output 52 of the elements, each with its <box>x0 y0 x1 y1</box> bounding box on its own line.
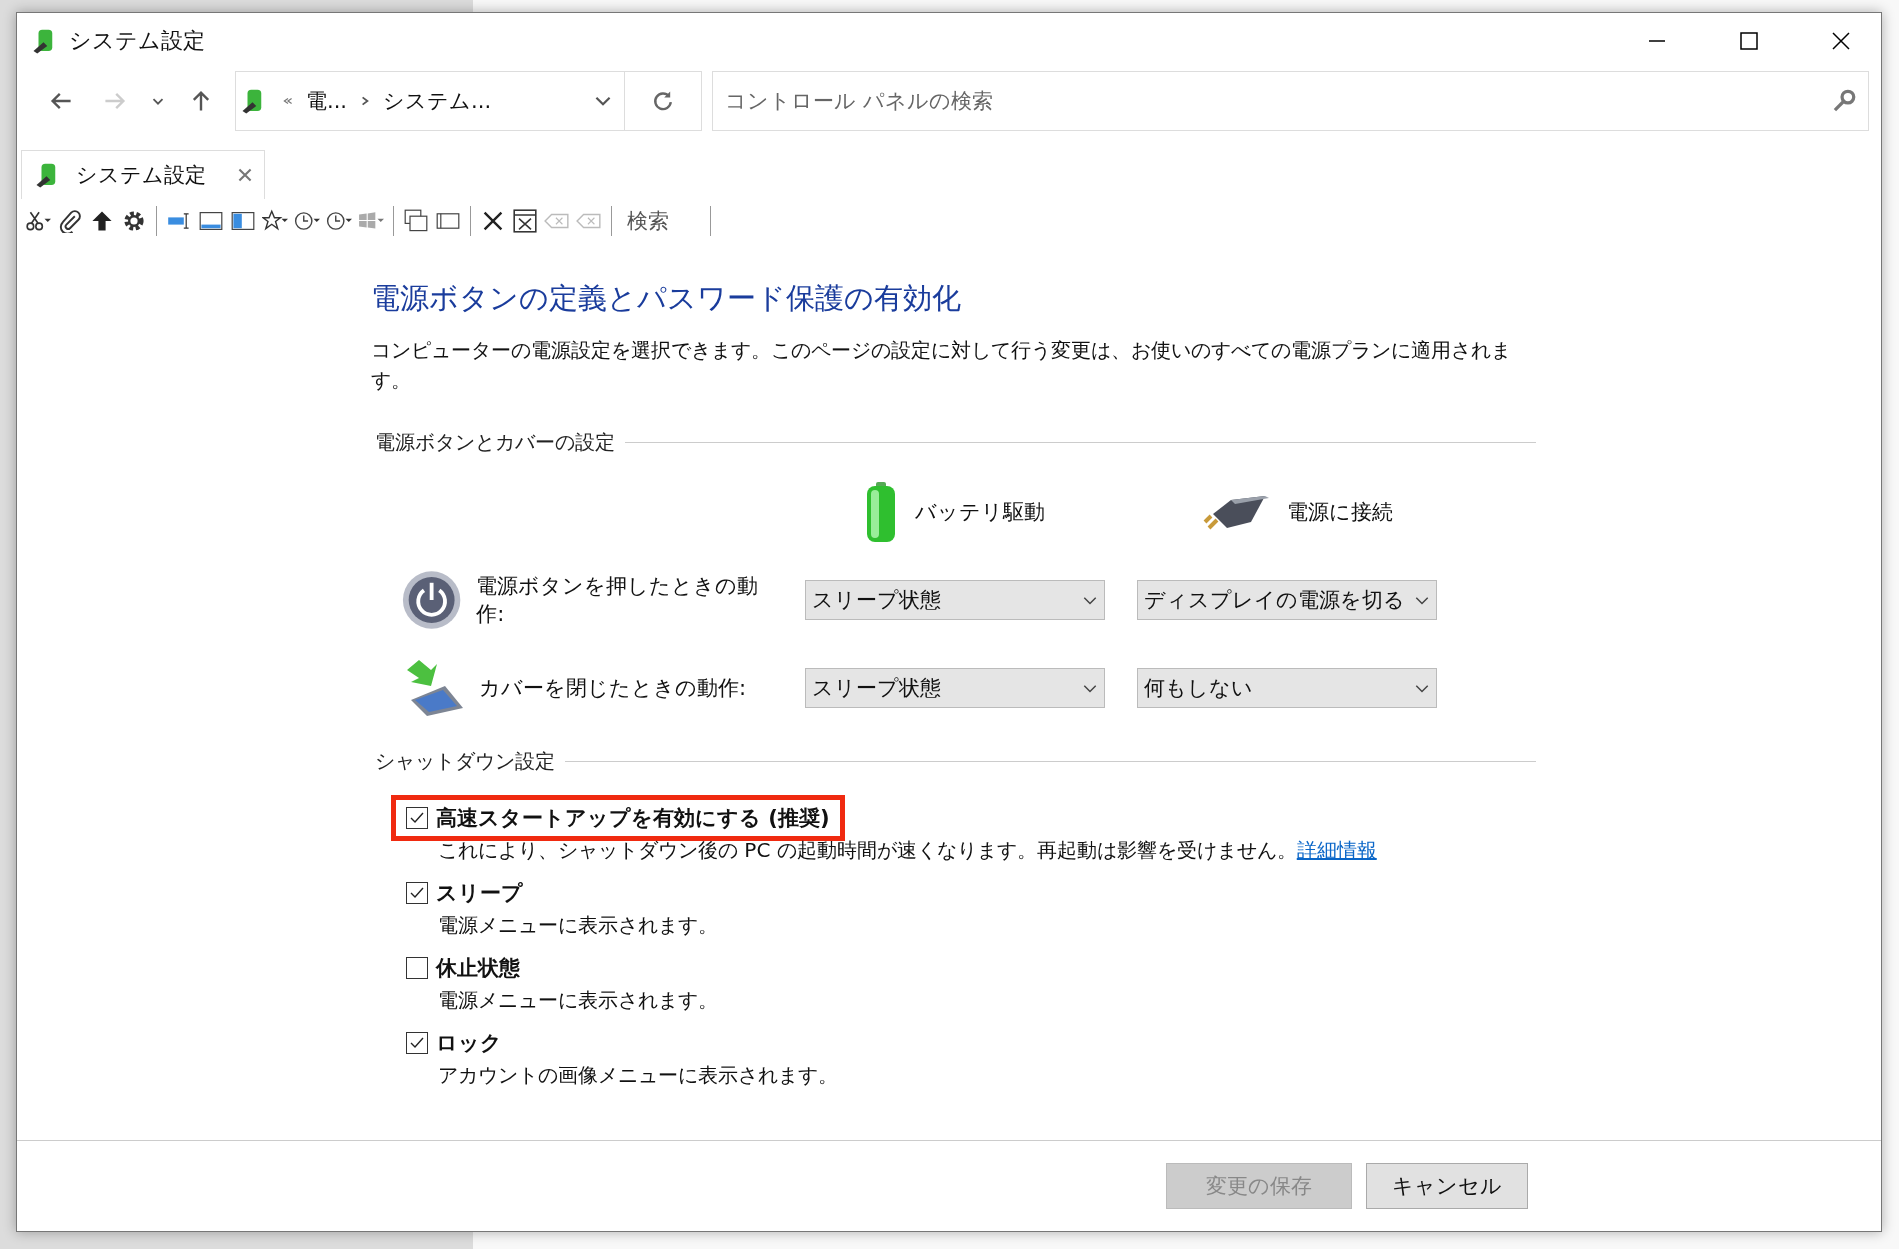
checkbox-label[interactable]: スリープ <box>436 879 523 907</box>
paperclip-icon[interactable] <box>57 209 83 233</box>
checkbox-label[interactable]: 高速スタートアップを有効にする (推奨) <box>436 804 830 832</box>
column-header: バッテリ駆動 <box>915 499 1045 526</box>
option-description: アカウントの画像メニューに表示されます。 <box>438 1062 839 1089</box>
window-icon[interactable] <box>198 209 224 233</box>
refresh-button[interactable] <box>624 71 702 131</box>
tab[interactable]: システム設定 <box>21 150 265 199</box>
power-button-icon <box>401 568 463 632</box>
dropdown[interactable]: 何もしない <box>1137 668 1437 708</box>
checkbox-label[interactable]: 休止状態 <box>436 954 520 982</box>
clock-icon[interactable] <box>326 209 352 233</box>
dropdown[interactable]: ディスプレイの電源を切る <box>1137 580 1437 620</box>
link[interactable]: 詳細情報 <box>1296 838 1377 862</box>
option-description: これにより、シャットダウン後の PC の起動時間が速くなります。再起動は影響を受けません。詳細情報 <box>438 837 1378 864</box>
dropdown[interactable]: スリープ状態 <box>805 668 1105 708</box>
search-icon[interactable] <box>1831 88 1857 114</box>
star-icon[interactable] <box>262 209 288 233</box>
chevron-down-icon <box>1414 682 1430 694</box>
checkbox[interactable] <box>406 882 428 904</box>
column-header: 電源に接続 <box>1287 499 1393 526</box>
dropdown[interactable]: スリープ状態 <box>805 580 1105 620</box>
breadcrumb[interactable]: システム... <box>383 87 492 115</box>
chevrons-icon <box>282 95 294 107</box>
maximize-icon[interactable] <box>1739 31 1759 51</box>
checkbox[interactable] <box>406 1032 428 1054</box>
close-icon[interactable] <box>1831 31 1851 51</box>
checkbox[interactable] <box>406 957 428 979</box>
window-title: システム設定 <box>69 27 205 55</box>
setting-label: カバーを閉じたときの動作: <box>479 675 747 702</box>
clock-icon[interactable] <box>294 209 320 233</box>
dialog-button[interactable]: キャンセル <box>1366 1163 1528 1209</box>
page-heading: 電源ボタンの定義とパスワード保護の有効化 <box>371 280 962 317</box>
checkbox-label[interactable]: ロック <box>436 1029 502 1057</box>
scissors-icon[interactable] <box>25 209 51 233</box>
checkbox[interactable] <box>406 807 428 829</box>
chevron-down-icon <box>1414 594 1430 606</box>
search-field[interactable]: コントロール パネルの検索 <box>712 71 1869 131</box>
setting-label: 電源ボタンを押したときの動作: <box>476 573 760 628</box>
chevron-down-icon <box>1082 594 1098 606</box>
address-bar[interactable]: 電... システム... <box>235 71 625 131</box>
windows-icon[interactable] <box>403 209 429 233</box>
breadcrumb[interactable]: 電... <box>306 87 348 115</box>
description: コンピューターの電源設定を選択できます。このページの設定に対して行う変更は、お使いのすべての電源プランに適用されます。 <box>371 337 1512 394</box>
option-description: 電源メニューに表示されます。 <box>438 912 719 939</box>
option-description: 電源メニューに表示されます。 <box>438 987 719 1014</box>
section-title: シャットダウン設定 <box>375 748 555 775</box>
search-label[interactable]: 検索 <box>621 207 701 235</box>
close-window-icon[interactable] <box>512 209 538 233</box>
window-icon[interactable] <box>230 209 256 233</box>
section-title: 電源ボタンとカバーの設定 <box>375 429 615 456</box>
chevron-down-icon <box>1082 682 1098 694</box>
